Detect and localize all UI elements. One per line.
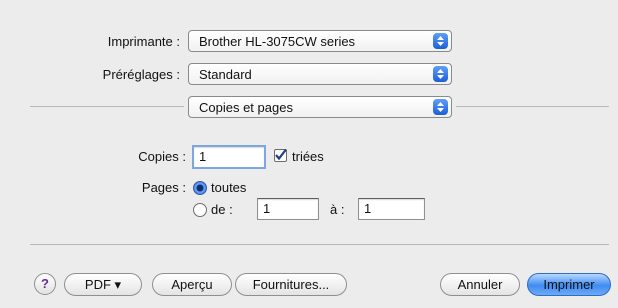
printer-label: Imprimante : bbox=[107, 34, 180, 49]
separator bbox=[30, 106, 184, 107]
copies-label: Copies : bbox=[138, 149, 186, 164]
pages-all-label: toutes bbox=[211, 180, 247, 195]
print-button[interactable]: Imprimer bbox=[527, 273, 611, 296]
pages-from-value: 1 bbox=[263, 201, 271, 216]
pages-to-field[interactable]: 1 bbox=[358, 198, 425, 220]
presets-label: Préréglages : bbox=[102, 67, 180, 82]
print-dialog: Imprimante : Brother HL-3075CW series Pr… bbox=[0, 0, 618, 308]
popup-arrows-icon bbox=[433, 66, 448, 82]
collated-checkbox[interactable] bbox=[274, 148, 287, 162]
pages-from-field[interactable]: 1 bbox=[257, 198, 319, 220]
collated-label: triées bbox=[292, 149, 324, 164]
popup-arrows-icon bbox=[433, 33, 448, 49]
pages-all-radio[interactable] bbox=[193, 181, 207, 195]
pages-from-label: de : bbox=[211, 202, 233, 217]
pages-label: Pages : bbox=[141, 180, 186, 195]
supplies-button[interactable]: Fournitures... bbox=[235, 273, 347, 296]
copies-field[interactable]: 1 bbox=[192, 145, 266, 169]
pages-to-label: à : bbox=[330, 202, 345, 217]
pages-range-radio[interactable] bbox=[193, 203, 207, 217]
popup-arrows-icon bbox=[433, 99, 448, 115]
printer-popup-value: Brother HL-3075CW series bbox=[199, 34, 356, 49]
presets-popup[interactable]: Standard bbox=[188, 63, 452, 85]
cancel-button[interactable]: Annuler bbox=[440, 273, 520, 296]
separator bbox=[456, 106, 609, 107]
pdf-menu-button[interactable]: PDF ▾ bbox=[64, 273, 142, 296]
help-button[interactable]: ? bbox=[34, 273, 56, 295]
printer-popup[interactable]: Brother HL-3075CW series bbox=[188, 30, 452, 52]
help-icon: ? bbox=[41, 276, 49, 291]
separator bbox=[30, 244, 609, 245]
pages-to-value: 1 bbox=[364, 201, 372, 216]
copies-value: 1 bbox=[199, 149, 207, 164]
panel-popup[interactable]: Copies et pages bbox=[188, 96, 452, 118]
panel-popup-value: Copies et pages bbox=[199, 100, 293, 115]
preview-button[interactable]: Aperçu bbox=[152, 273, 232, 296]
presets-popup-value: Standard bbox=[199, 67, 252, 82]
